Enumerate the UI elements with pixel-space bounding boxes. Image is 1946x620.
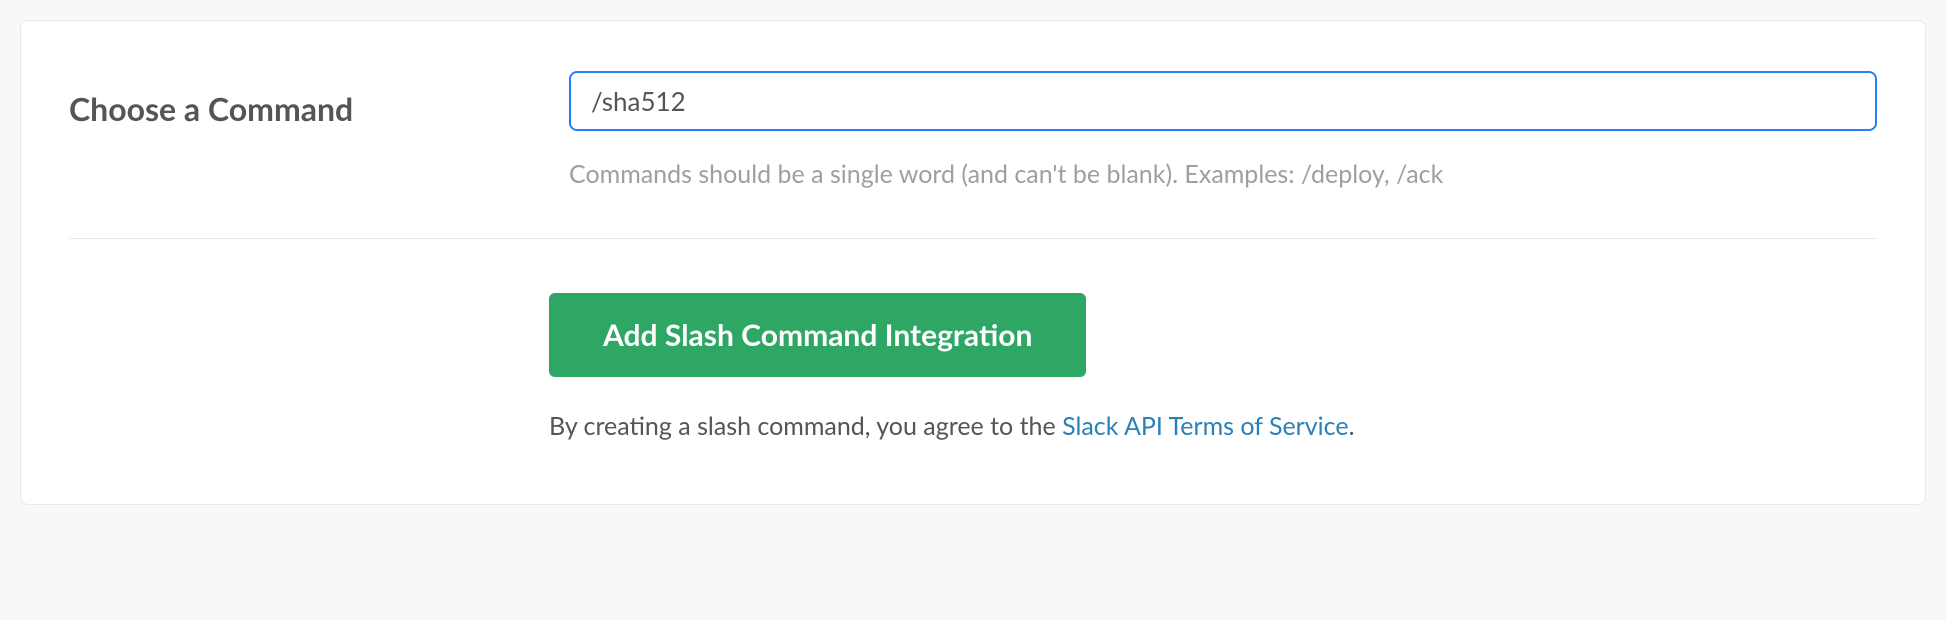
command-helper-text: Commands should be a single word (and ca… <box>569 157 1877 192</box>
action-row: Add Slash Command Integration By creatin… <box>69 293 1877 444</box>
agreement-text: By creating a slash command, you agree t… <box>549 409 1877 444</box>
section-divider <box>69 238 1877 239</box>
label-column: Choose a Command <box>69 71 549 128</box>
command-row: Choose a Command Commands should be a si… <box>69 71 1877 192</box>
agreement-prefix: By creating a slash command, you agree t… <box>549 411 1062 441</box>
command-label: Choose a Command <box>69 89 549 128</box>
agreement-suffix: . <box>1349 411 1355 441</box>
form-card: Choose a Command Commands should be a si… <box>20 20 1926 505</box>
action-spacer <box>69 293 549 444</box>
action-column: Add Slash Command Integration By creatin… <box>549 293 1877 444</box>
input-column: Commands should be a single word (and ca… <box>569 71 1877 192</box>
terms-link[interactable]: Slack API Terms of Service <box>1062 411 1348 441</box>
command-input[interactable] <box>569 71 1877 131</box>
add-integration-button[interactable]: Add Slash Command Integration <box>549 293 1086 377</box>
